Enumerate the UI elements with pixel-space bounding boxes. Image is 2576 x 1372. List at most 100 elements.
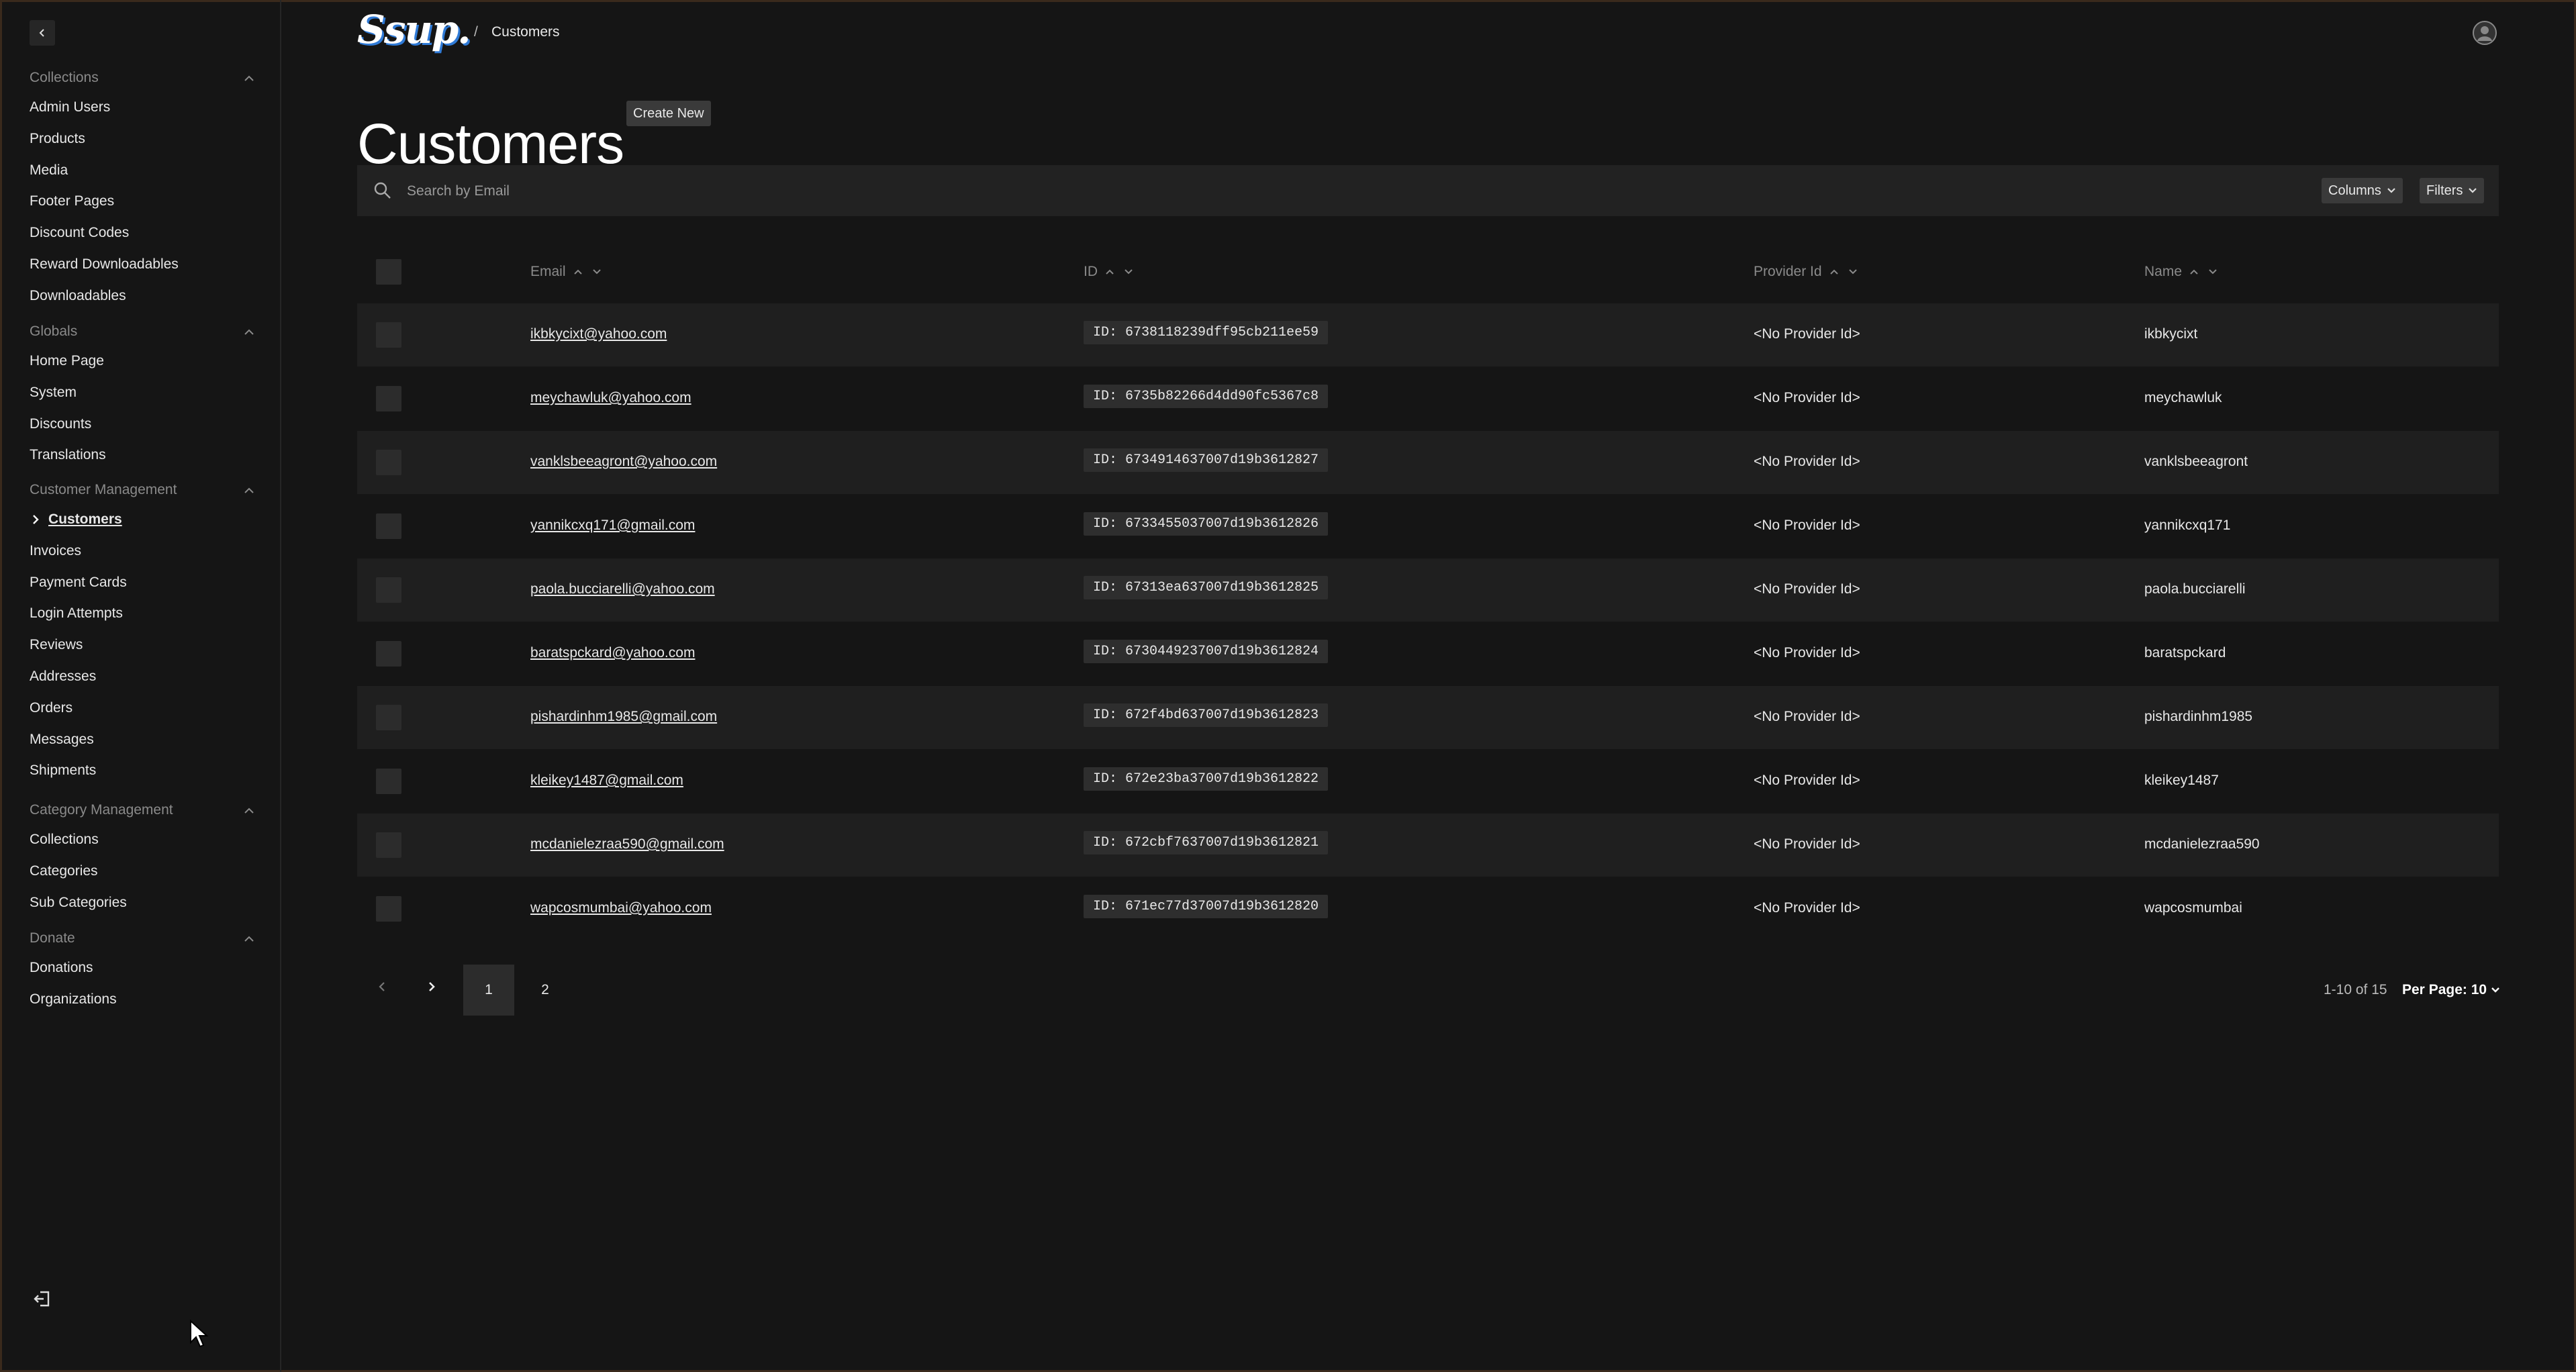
sidebar-item-collections[interactable]: Collections — [30, 832, 99, 848]
sort-asc-icon[interactable] — [2189, 267, 2199, 277]
sidebar-item-invoices[interactable]: Invoices — [30, 543, 81, 559]
id-code: ID: 672e23ba37007d19b3612822 — [1084, 767, 1329, 791]
list-controls: Columns Filters — [357, 165, 2499, 216]
email-link[interactable]: mcdanielezraa590@gmail.com — [530, 836, 724, 852]
table-row: yannikcxq171@gmail.com ID: 6733455037007d… — [357, 495, 2499, 558]
row-checkbox[interactable] — [376, 577, 401, 603]
provider-id-cell: <No Provider Id> — [1754, 645, 1860, 660]
sidebar-item-shipments[interactable]: Shipments — [30, 763, 96, 779]
column-header-email[interactable]: Email — [530, 264, 602, 280]
filters-label: Filters — [2426, 183, 2463, 198]
email-link[interactable]: pishardinhm1985@gmail.com — [530, 709, 717, 725]
table-row: kleikey1487@gmail.com ID: 672e23ba37007d1… — [357, 750, 2499, 813]
email-link[interactable]: meychawluk@yahoo.com — [530, 390, 691, 406]
chevron-up-icon[interactable] — [242, 932, 256, 946]
column-header-label: Email — [530, 264, 566, 279]
sidebar-item-payment-cards[interactable]: Payment Cards — [30, 575, 127, 591]
chevron-up-icon[interactable] — [242, 71, 256, 86]
provider-id-cell: <No Provider Id> — [1754, 581, 1860, 597]
row-checkbox[interactable] — [376, 322, 401, 348]
row-checkbox[interactable] — [376, 769, 401, 794]
column-header-name[interactable]: Name — [2144, 264, 2218, 280]
prev-page-icon[interactable] — [373, 977, 391, 996]
chevron-up-icon[interactable] — [242, 803, 256, 818]
email-link[interactable]: yannikcxq171@gmail.com — [530, 518, 695, 534]
search-input[interactable] — [406, 177, 2288, 205]
table-row: paola.bucciarelli@yahoo.com ID: 67313ea63… — [357, 558, 2499, 622]
sidebar-item-system[interactable]: System — [30, 385, 77, 401]
sidebar-group-label[interactable]: Customer Management — [30, 482, 177, 498]
sidebar-item-sub-categories[interactable]: Sub Categories — [30, 895, 127, 911]
email-link[interactable]: vanklsbeeagront@yahoo.com — [530, 454, 717, 470]
next-page-icon[interactable] — [422, 977, 441, 996]
columns-label: Columns — [2328, 183, 2381, 198]
name-cell: pishardinhm1985 — [2144, 709, 2253, 724]
sort-asc-icon[interactable] — [1104, 267, 1115, 277]
row-checkbox[interactable] — [376, 450, 401, 475]
logout-icon[interactable] — [32, 1289, 52, 1309]
per-page-select[interactable]: Per Page: 10 — [2402, 982, 2500, 998]
sort-desc-icon[interactable] — [1123, 267, 1134, 277]
name-cell: meychawluk — [2144, 390, 2222, 405]
sidebar-group-label[interactable]: Globals — [30, 324, 77, 340]
column-header-label: Provider Id — [1754, 264, 1822, 279]
sidebar-item-downloadables[interactable]: Downloadables — [30, 288, 126, 304]
sort-asc-icon[interactable] — [1829, 267, 1840, 277]
select-all-checkbox[interactable] — [376, 259, 401, 285]
app-logo[interactable]: Ssup. — [357, 7, 471, 52]
row-checkbox[interactable] — [376, 513, 401, 539]
sidebar-item-donations[interactable]: Donations — [30, 960, 93, 976]
page-button-1[interactable]: 1 — [463, 965, 514, 1016]
columns-button[interactable]: Columns — [2322, 178, 2403, 203]
row-checkbox[interactable] — [376, 705, 401, 730]
row-checkbox[interactable] — [376, 896, 401, 922]
sidebar-group-label[interactable]: Donate — [30, 930, 75, 946]
sidebar-item-reward-downloadables[interactable]: Reward Downloadables — [30, 256, 179, 273]
sidebar-item-categories[interactable]: Categories — [30, 863, 98, 879]
sidebar-group-label[interactable]: Collections — [30, 70, 99, 86]
sidebar-item-admin-users[interactable]: Admin Users — [30, 99, 110, 115]
sort-asc-icon[interactable] — [573, 267, 583, 277]
page-button-2[interactable]: 2 — [520, 965, 571, 1016]
chevron-up-icon[interactable] — [242, 325, 256, 340]
table-row: meychawluk@yahoo.com ID: 6735b82266d4dd90… — [357, 367, 2499, 430]
sidebar-item-reviews[interactable]: Reviews — [30, 637, 83, 653]
email-link[interactable]: paola.bucciarelli@yahoo.com — [530, 581, 715, 597]
email-link[interactable]: ikbkycixt@yahoo.com — [530, 326, 667, 342]
provider-id-cell: <No Provider Id> — [1754, 326, 1860, 342]
row-checkbox[interactable] — [376, 386, 401, 411]
column-header-provider-id[interactable]: Provider Id — [1754, 264, 1858, 280]
sidebar-item-customers[interactable]: Customers — [48, 511, 122, 528]
chevron-up-icon[interactable] — [242, 483, 256, 498]
filters-button[interactable]: Filters — [2420, 178, 2485, 203]
sidebar-item-products[interactable]: Products — [30, 131, 85, 147]
sidebar-item-organizations[interactable]: Organizations — [30, 991, 117, 1008]
sort-desc-icon[interactable] — [1848, 267, 1858, 277]
sidebar-item-media[interactable]: Media — [30, 162, 68, 179]
sidebar-item-discounts[interactable]: Discounts — [30, 416, 91, 432]
sidebar-group-label[interactable]: Category Management — [30, 802, 173, 818]
sidebar-collapse-button[interactable] — [30, 20, 55, 46]
id-code: ID: 6735b82266d4dd90fc5367c8 — [1084, 385, 1329, 408]
sidebar-item-discount-codes[interactable]: Discount Codes — [30, 225, 129, 241]
email-link[interactable]: wapcosmumbai@yahoo.com — [530, 900, 712, 916]
user-circle-icon[interactable] — [2472, 20, 2497, 46]
sidebar-item-translations[interactable]: Translations — [30, 447, 106, 463]
email-link[interactable]: kleikey1487@gmail.com — [530, 773, 683, 789]
sidebar-item-footer-pages[interactable]: Footer Pages — [30, 193, 114, 209]
sidebar-item-orders[interactable]: Orders — [30, 700, 73, 716]
provider-id-cell: <No Provider Id> — [1754, 709, 1860, 724]
email-link[interactable]: baratspckard@yahoo.com — [530, 645, 695, 661]
sidebar-item-addresses[interactable]: Addresses — [30, 669, 96, 685]
sidebar-item-login-attempts[interactable]: Login Attempts — [30, 605, 123, 622]
row-checkbox[interactable] — [376, 641, 401, 667]
create-new-button[interactable]: Create New — [626, 101, 711, 126]
column-header-id[interactable]: ID — [1084, 264, 1134, 280]
sidebar-item-home-page[interactable]: Home Page — [30, 353, 104, 369]
sidebar-item-messages[interactable]: Messages — [30, 732, 94, 748]
table-row: vanklsbeeagront@yahoo.com ID: 67349146370… — [357, 431, 2499, 494]
id-code: ID: 6730449237007d19b3612824 — [1084, 640, 1329, 663]
sort-desc-icon[interactable] — [2207, 267, 2218, 277]
row-checkbox[interactable] — [376, 832, 401, 858]
sort-desc-icon[interactable] — [591, 267, 602, 277]
